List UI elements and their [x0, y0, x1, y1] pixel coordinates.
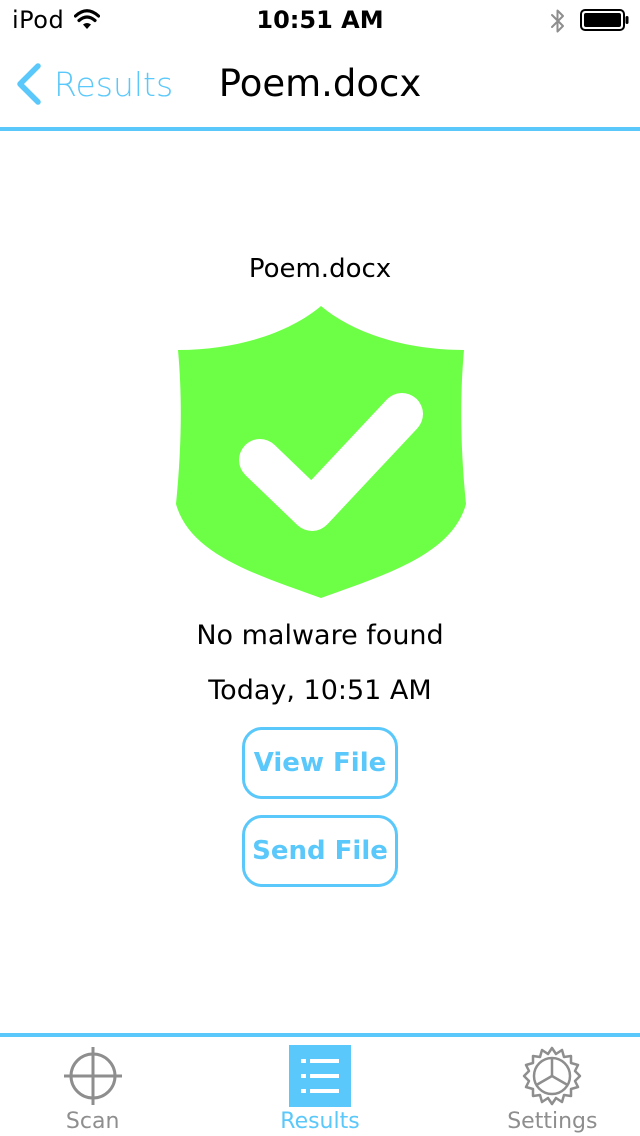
- shield-check-icon: [176, 306, 466, 598]
- status-time: 10:51 AM: [256, 6, 384, 34]
- scan-status-text: No malware found: [196, 620, 444, 651]
- tab-scan-label: Scan: [65, 1109, 120, 1134]
- navigation-bar: Results Poem.docx: [0, 40, 640, 128]
- list-icon: [288, 1045, 351, 1107]
- tab-settings-label: Settings: [507, 1109, 598, 1134]
- send-file-button[interactable]: Send File: [242, 815, 398, 887]
- gear-icon: [523, 1046, 582, 1106]
- scan-timestamp: Today, 10:51 AM: [208, 675, 432, 706]
- tab-bar: Scan Results Settings: [0, 1037, 640, 1136]
- battery-icon: [580, 9, 629, 31]
- page-title: Poem.docx: [218, 62, 422, 105]
- scan-result-screen: iPod 10:51 AM Results Poem.docx Poem.doc…: [0, 0, 640, 1136]
- scanned-file-name: Poem.docx: [248, 254, 392, 284]
- tab-scan[interactable]: Scan: [0, 1037, 213, 1136]
- tab-results-label: Results: [280, 1109, 360, 1134]
- nav-divider: [0, 127, 640, 131]
- bluetooth-icon: [551, 9, 564, 33]
- view-file-button[interactable]: View File: [242, 727, 398, 799]
- tab-settings[interactable]: Settings: [427, 1037, 640, 1136]
- status-bar: iPod 10:51 AM: [0, 0, 640, 40]
- crosshair-icon: [63, 1047, 122, 1105]
- tab-results[interactable]: Results: [213, 1037, 426, 1136]
